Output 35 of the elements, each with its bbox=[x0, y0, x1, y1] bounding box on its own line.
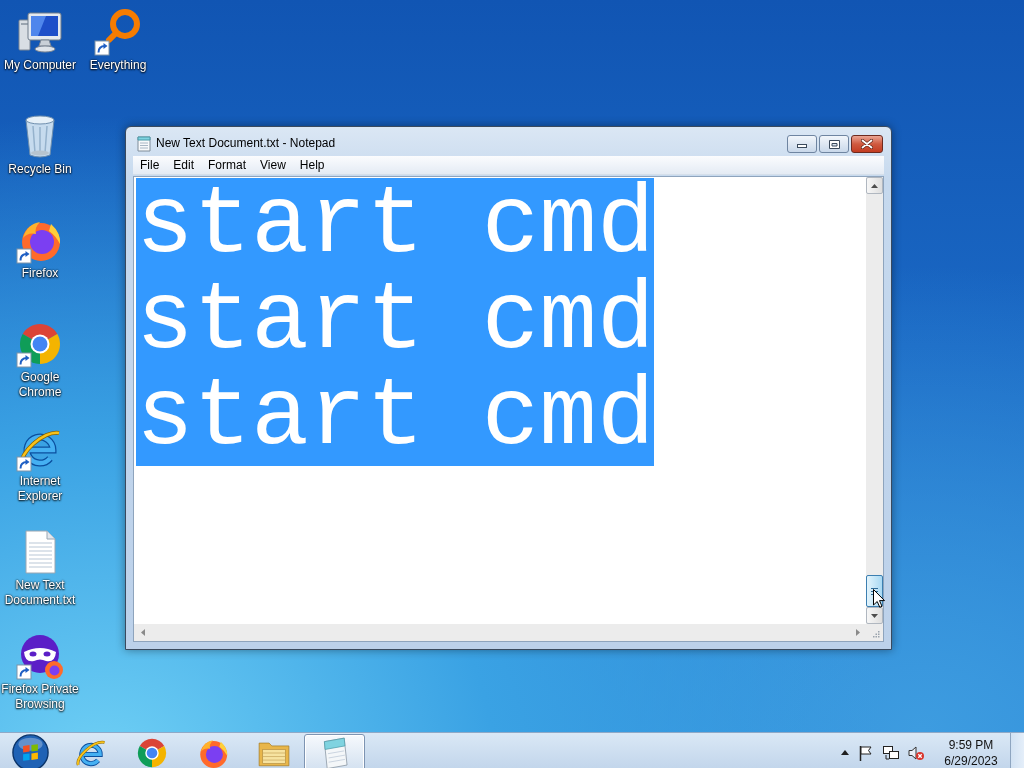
window-title: New Text Document.txt - Notepad bbox=[156, 136, 336, 151]
maximize-button[interactable] bbox=[819, 135, 849, 153]
network-icon[interactable] bbox=[883, 744, 899, 761]
caret-up-icon[interactable] bbox=[871, 183, 878, 188]
notepad-icon bbox=[137, 136, 151, 152]
menu-item[interactable]: Help bbox=[292, 156, 332, 174]
close-button[interactable] bbox=[851, 135, 883, 153]
menu-item[interactable]: Edit bbox=[166, 156, 202, 174]
caret-right-icon[interactable] bbox=[855, 629, 860, 636]
grip-icon[interactable] bbox=[871, 587, 878, 595]
flag-orb-icon[interactable] bbox=[11, 734, 49, 768]
mask-icon[interactable] bbox=[16, 632, 64, 680]
minimize-icon[interactable] bbox=[797, 144, 807, 148]
caret-down-icon[interactable] bbox=[871, 613, 878, 618]
menu-item[interactable]: View bbox=[253, 156, 293, 174]
desktop-item[interactable]: Recycle Bin bbox=[0, 108, 80, 212]
close-icon[interactable] bbox=[861, 139, 873, 149]
desktop-item[interactable]: Firefox bbox=[0, 212, 80, 316]
flag-icon[interactable] bbox=[858, 744, 874, 761]
menu-item[interactable]: File bbox=[133, 156, 167, 174]
maximize-icon[interactable] bbox=[828, 139, 840, 149]
taskbar-button[interactable] bbox=[304, 734, 365, 768]
scroll-up-button[interactable] bbox=[866, 177, 883, 194]
desktop-item[interactable]: Everything bbox=[80, 4, 156, 108]
size-grip-icon[interactable] bbox=[872, 630, 880, 638]
clock-time: 9:59 PM bbox=[948, 736, 994, 753]
caret-left-icon[interactable] bbox=[140, 629, 145, 636]
muted-speaker-icon[interactable] bbox=[908, 744, 924, 761]
caret-up-icon[interactable] bbox=[841, 750, 849, 755]
minimize-button[interactable] bbox=[787, 135, 817, 153]
magnifier-icon[interactable] bbox=[94, 8, 142, 56]
clock-date: 6/29/2023 bbox=[944, 752, 998, 768]
menu-item[interactable]: Format bbox=[201, 156, 254, 174]
desktop-item[interactable]: My Computer bbox=[0, 4, 80, 108]
scroll-down-button[interactable] bbox=[866, 607, 883, 624]
